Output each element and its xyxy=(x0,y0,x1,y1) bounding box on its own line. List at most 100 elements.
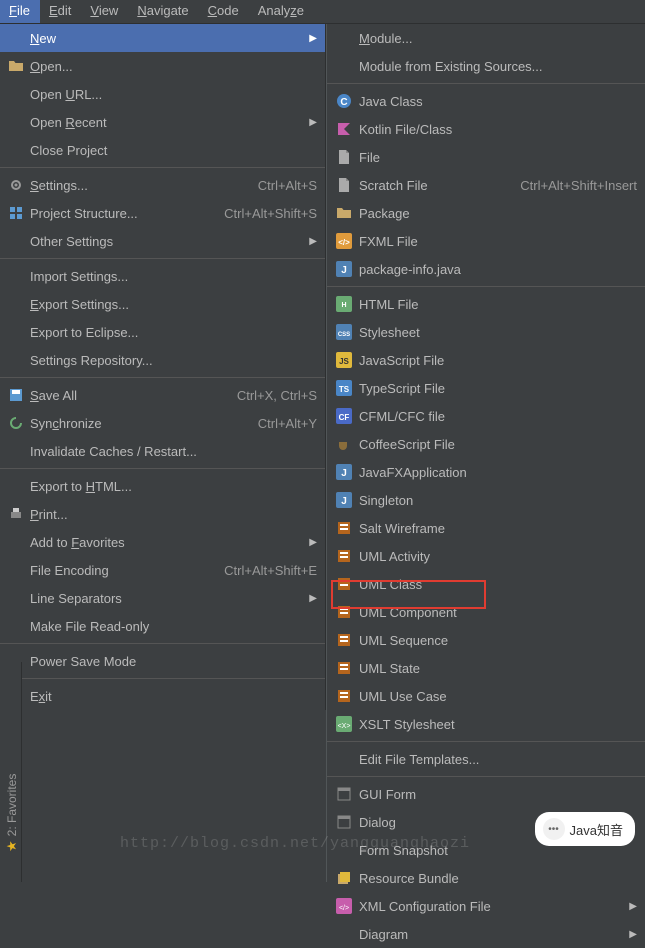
new-menu-item-singleton[interactable]: JSingleton xyxy=(327,486,645,514)
new-menu-item-scratch-file[interactable]: Scratch FileCtrl+Alt+Shift+Insert xyxy=(327,171,645,199)
menu-item-label: Open URL... xyxy=(30,87,317,102)
menu-item-shortcut: Ctrl+Alt+Shift+E xyxy=(224,563,317,578)
file-menu-item-power-save-mode[interactable]: Power Save Mode xyxy=(0,647,325,675)
struct-icon xyxy=(6,205,26,221)
file-menu-item-close-project[interactable]: Close Project xyxy=(0,136,325,164)
menubar-item-view[interactable]: View xyxy=(81,0,128,23)
blank-icon xyxy=(6,478,26,494)
new-menu-item-uml-class[interactable]: UML Class xyxy=(327,570,645,598)
file-menu-item-save-all[interactable]: Save AllCtrl+X, Ctrl+S xyxy=(0,381,325,409)
menu-item-label: TypeScript File xyxy=(359,381,637,396)
new-menu-item-typescript-file[interactable]: TSTypeScript File xyxy=(327,374,645,402)
menubar-item-navigate[interactable]: Navigate xyxy=(128,0,198,23)
blank-icon xyxy=(333,58,355,74)
new-menu-item-uml-component[interactable]: UML Component xyxy=(327,598,645,626)
file-menu: New▶Open... Open URL... Open Recent▶Close … xyxy=(0,24,326,710)
menu-item-shortcut: Ctrl+Alt+S xyxy=(258,178,317,193)
cf-icon: CF xyxy=(333,408,355,424)
menu-item-label: Settings... xyxy=(30,178,250,193)
new-menu-item-gui-form[interactable]: GUI Form xyxy=(327,780,645,808)
menu-item-label: CFML/CFC file xyxy=(359,409,637,424)
file-menu-item-project-structure[interactable]: Project Structure...Ctrl+Alt+Shift+S xyxy=(0,199,325,227)
xsl-icon: <X> xyxy=(333,716,355,732)
gear-icon xyxy=(6,177,26,193)
menu-item-label: Print... xyxy=(30,507,317,522)
file-menu-item-line-separators[interactable]: Line Separators▶ xyxy=(0,584,325,612)
file-menu-item-export-to-html[interactable]: Export to HTML... xyxy=(0,472,325,500)
menu-item-label: Edit File Templates... xyxy=(359,752,637,767)
blank-icon xyxy=(6,142,26,158)
js-icon: JS xyxy=(333,352,355,368)
new-menu-item-javafxapplication[interactable]: JJavaFXApplication xyxy=(327,458,645,486)
submenu-arrow-icon: ▶ xyxy=(309,236,317,247)
new-menu-item-uml-activity[interactable]: UML Activity xyxy=(327,542,645,570)
file-menu-item-export-to-eclipse[interactable]: Export to Eclipse... xyxy=(0,318,325,346)
new-menu-item-diagram[interactable]: Diagram▶ xyxy=(327,920,645,948)
new-menu-item-package-info-java[interactable]: Jpackage-info.java xyxy=(327,255,645,283)
new-menu-item-xslt-stylesheet[interactable]: <X>XSLT Stylesheet xyxy=(327,710,645,738)
submenu-arrow-icon: ▶ xyxy=(629,929,637,940)
sidebar-label: 2: Favorites xyxy=(5,774,19,837)
file-menu-item-invalidate-caches-restart[interactable]: Invalidate Caches / Restart... xyxy=(0,437,325,465)
menubar-item-code[interactable]: Code xyxy=(199,0,249,23)
new-menu-item-uml-state[interactable]: UML State xyxy=(327,654,645,682)
new-menu-item-cfml-cfc-file[interactable]: CF CFML/CFC file xyxy=(327,402,645,430)
new-menu-item-javascript-file[interactable]: JSJavaScript File xyxy=(327,346,645,374)
menubar-item-edit[interactable]: Edit xyxy=(40,0,81,23)
menubar-item-file[interactable]: File xyxy=(0,0,40,23)
svg-text:<X>: <X> xyxy=(338,723,351,730)
menu-item-shortcut: Ctrl+Alt+Y xyxy=(258,416,317,431)
menu-item-label: Package xyxy=(359,206,637,221)
new-menu-item-module[interactable]: Module... xyxy=(327,24,645,52)
svg-text:J: J xyxy=(341,265,347,276)
new-menu-item-coffeescript-file[interactable]: CoffeeScript File xyxy=(327,430,645,458)
file-menu-item-new[interactable]: New▶ xyxy=(0,24,325,52)
file-menu-item-other-settings[interactable]: Other Settings▶ xyxy=(0,227,325,255)
chat-icon: ••• xyxy=(543,818,565,840)
menu-item-label: UML Component xyxy=(359,605,637,620)
svg-text:</>: </> xyxy=(338,238,350,247)
file-menu-item-export-settings[interactable]: Export Settings... xyxy=(0,290,325,318)
java-icon: J xyxy=(333,261,355,277)
menubar-item-analyze[interactable]: Analyze xyxy=(249,0,314,23)
file-menu-item-print[interactable]: Print... xyxy=(0,500,325,528)
menu-separator xyxy=(0,377,325,378)
file-menu-item-settings[interactable]: Settings... Ctrl+Alt+S xyxy=(0,171,325,199)
file-menu-item-open-url[interactable]: Open URL... xyxy=(0,80,325,108)
new-menu-item-java-class[interactable]: CJava Class xyxy=(327,87,645,115)
menu-item-label: Stylesheet xyxy=(359,325,637,340)
new-menu-item-module-from-existing-sources[interactable]: Module from Existing Sources... xyxy=(327,52,645,80)
svg-text:J: J xyxy=(341,496,347,507)
new-menu-item-resource-bundle[interactable]: Resource Bundle xyxy=(327,864,645,892)
menu-item-label: Exit xyxy=(30,689,317,704)
file-menu-item-settings-repository[interactable]: Settings Repository... xyxy=(0,346,325,374)
file-menu-item-open[interactable]: Open... xyxy=(0,52,325,80)
new-menu-item-html-file[interactable]: HHTML File xyxy=(327,290,645,318)
blank-icon xyxy=(6,590,26,606)
file-menu-item-synchronize[interactable]: SynchronizeCtrl+Alt+Y xyxy=(0,409,325,437)
new-menu-item-uml-use-case[interactable]: UML Use Case xyxy=(327,682,645,710)
menu-separator xyxy=(0,643,325,644)
new-menu-item-file[interactable]: File xyxy=(327,143,645,171)
file-menu-item-open-recent[interactable]: Open Recent▶ xyxy=(0,108,325,136)
new-menu-item-uml-sequence[interactable]: UML Sequence xyxy=(327,626,645,654)
menu-item-label: Project Structure... xyxy=(30,206,216,221)
new-menu-item-kotlin-file-class[interactable]: Kotlin File/Class xyxy=(327,115,645,143)
file-menu-item-import-settings[interactable]: Import Settings... xyxy=(0,262,325,290)
new-menu-item-stylesheet[interactable]: CSSStylesheet xyxy=(327,318,645,346)
new-menu-item-salt-wireframe[interactable]: Salt Wireframe xyxy=(327,514,645,542)
new-menu-item-package[interactable]: Package xyxy=(327,199,645,227)
new-menu-item-xml-configuration-file[interactable]: </>XML Configuration File▶ xyxy=(327,892,645,920)
new-menu-item-fxml-file[interactable]: </>FXML File xyxy=(327,227,645,255)
file-menu-item-make-file-read-only[interactable]: Make File Read-only xyxy=(0,612,325,640)
file-menu-item-exit[interactable]: Exit xyxy=(0,682,325,710)
form-icon xyxy=(333,786,355,802)
file-menu-item-file-encoding[interactable]: File EncodingCtrl+Alt+Shift+E xyxy=(0,556,325,584)
file-menu-item-add-to-favorites[interactable]: Add to Favorites▶ xyxy=(0,528,325,556)
toolwindow-strip[interactable]: ★ 2: Favorites xyxy=(0,662,22,882)
blank-icon xyxy=(6,114,26,130)
menubar: FileEditViewNavigateCodeAnalyze xyxy=(0,0,645,24)
menu-item-label: Export to HTML... xyxy=(30,479,317,494)
new-menu-item-edit-file-templates[interactable]: Edit File Templates... xyxy=(327,745,645,773)
menu-item-label: HTML File xyxy=(359,297,637,312)
